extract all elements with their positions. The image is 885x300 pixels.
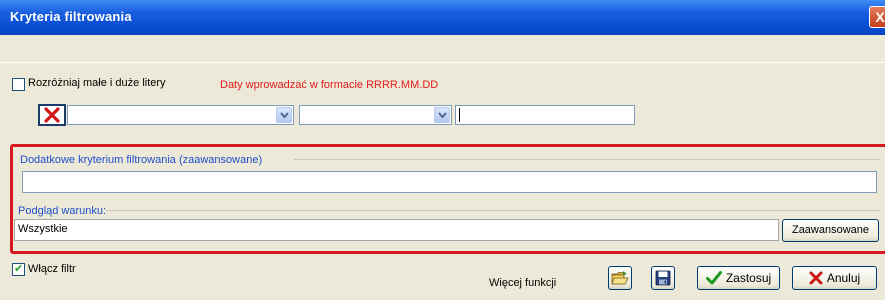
apply-button[interactable]: Zastosuj bbox=[697, 266, 780, 290]
more-functions-label: Więcej funkcji bbox=[489, 277, 557, 289]
close-icon: X bbox=[875, 9, 885, 25]
title-bar: Kryteria filtrowania X bbox=[0, 0, 885, 35]
red-x-icon bbox=[44, 107, 60, 123]
group-divider bbox=[294, 159, 880, 160]
cancel-button[interactable]: Anuluj bbox=[792, 266, 877, 290]
remove-criterion-button[interactable] bbox=[38, 104, 66, 126]
open-button[interactable] bbox=[608, 266, 632, 290]
cancel-button-label: Anuluj bbox=[826, 271, 861, 285]
green-check-icon bbox=[705, 271, 722, 285]
chevron-down-icon[interactable] bbox=[434, 107, 450, 123]
field-select[interactable] bbox=[67, 105, 294, 125]
advanced-button[interactable]: Zaawansowane bbox=[782, 219, 879, 242]
enable-filter-label: Włącz filtr bbox=[28, 263, 76, 275]
condition-preview-label: Podgląd warunku: bbox=[18, 205, 107, 217]
chevron-down-icon[interactable] bbox=[276, 107, 292, 123]
case-sensitive-checkbox[interactable] bbox=[12, 78, 25, 91]
save-disk-icon bbox=[655, 270, 671, 286]
close-button[interactable]: X bbox=[869, 6, 885, 28]
apply-button-label: Zastosuj bbox=[725, 271, 772, 285]
criterion-value-input[interactable] bbox=[455, 105, 635, 125]
open-folder-icon bbox=[611, 271, 629, 285]
date-format-hint: Daty wprowadzać w formacie RRRR.MM.DD bbox=[220, 79, 439, 91]
toolbar-band bbox=[0, 35, 885, 63]
group-divider bbox=[106, 210, 880, 211]
advanced-criterion-label: Dodatkowe kryterium filtrowania (zaawans… bbox=[20, 154, 263, 166]
case-sensitive-label: Rozróżniaj małe i duże litery bbox=[28, 77, 166, 89]
text-caret bbox=[459, 108, 460, 122]
save-button[interactable] bbox=[651, 266, 675, 290]
condition-preview-text: Wszystkie bbox=[18, 223, 68, 235]
enable-filter-checkbox[interactable] bbox=[12, 262, 25, 276]
window-title: Kryteria filtrowania bbox=[10, 9, 132, 24]
operator-select[interactable] bbox=[299, 105, 452, 125]
advanced-criterion-input[interactable] bbox=[22, 171, 877, 193]
condition-preview-field: Wszystkie bbox=[14, 219, 779, 241]
red-x-icon bbox=[809, 271, 823, 285]
